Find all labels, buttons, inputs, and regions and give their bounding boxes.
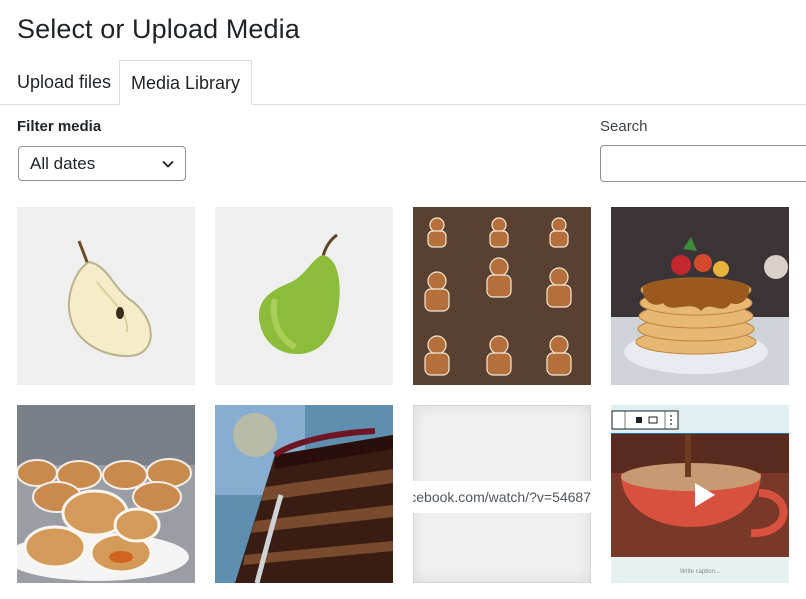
halved-pear-image xyxy=(17,207,195,385)
media-item-halved-pear[interactable] xyxy=(17,207,195,385)
green-pear-image xyxy=(215,207,393,385)
media-item-video-cocoa-mug[interactable]: Write caption... xyxy=(611,405,789,583)
video-thumbnail-image: Write caption... xyxy=(611,405,789,583)
chevron-down-icon xyxy=(162,160,174,168)
date-filter-select[interactable]: All dates xyxy=(18,146,186,181)
tab-upload-files[interactable]: Upload files xyxy=(17,60,111,104)
media-item-pancake-stack[interactable] xyxy=(611,207,789,385)
tab-media-library[interactable]: Media Library xyxy=(119,60,252,105)
embed-url-text: acebook.com/watch/?v=54687 xyxy=(413,489,591,505)
filter-media-label: Filter media xyxy=(17,118,102,135)
media-item-green-pear[interactable] xyxy=(215,207,393,385)
media-item-facebook-embed[interactable]: acebook.com/watch/?v=54687 xyxy=(413,405,591,583)
date-filter-value: All dates xyxy=(30,154,96,173)
media-tabs: Upload files Media Library xyxy=(0,60,806,105)
sugared-donuts-image xyxy=(17,405,195,583)
gingerbread-cookies-image xyxy=(413,207,591,385)
media-item-chocolate-cake-slice[interactable] xyxy=(215,405,393,583)
pancake-stack-image xyxy=(611,207,789,385)
chocolate-cake-image xyxy=(215,405,393,583)
embed-url-strip: acebook.com/watch/?v=54687 xyxy=(413,481,591,513)
media-item-sugared-donuts[interactable] xyxy=(17,405,195,583)
search-input[interactable] xyxy=(600,145,806,182)
media-item-gingerbread-cookies[interactable] xyxy=(413,207,591,385)
search-label: Search xyxy=(600,118,648,135)
page-title: Select or Upload Media xyxy=(17,14,300,44)
video-caption-placeholder: Write caption... xyxy=(680,569,720,575)
